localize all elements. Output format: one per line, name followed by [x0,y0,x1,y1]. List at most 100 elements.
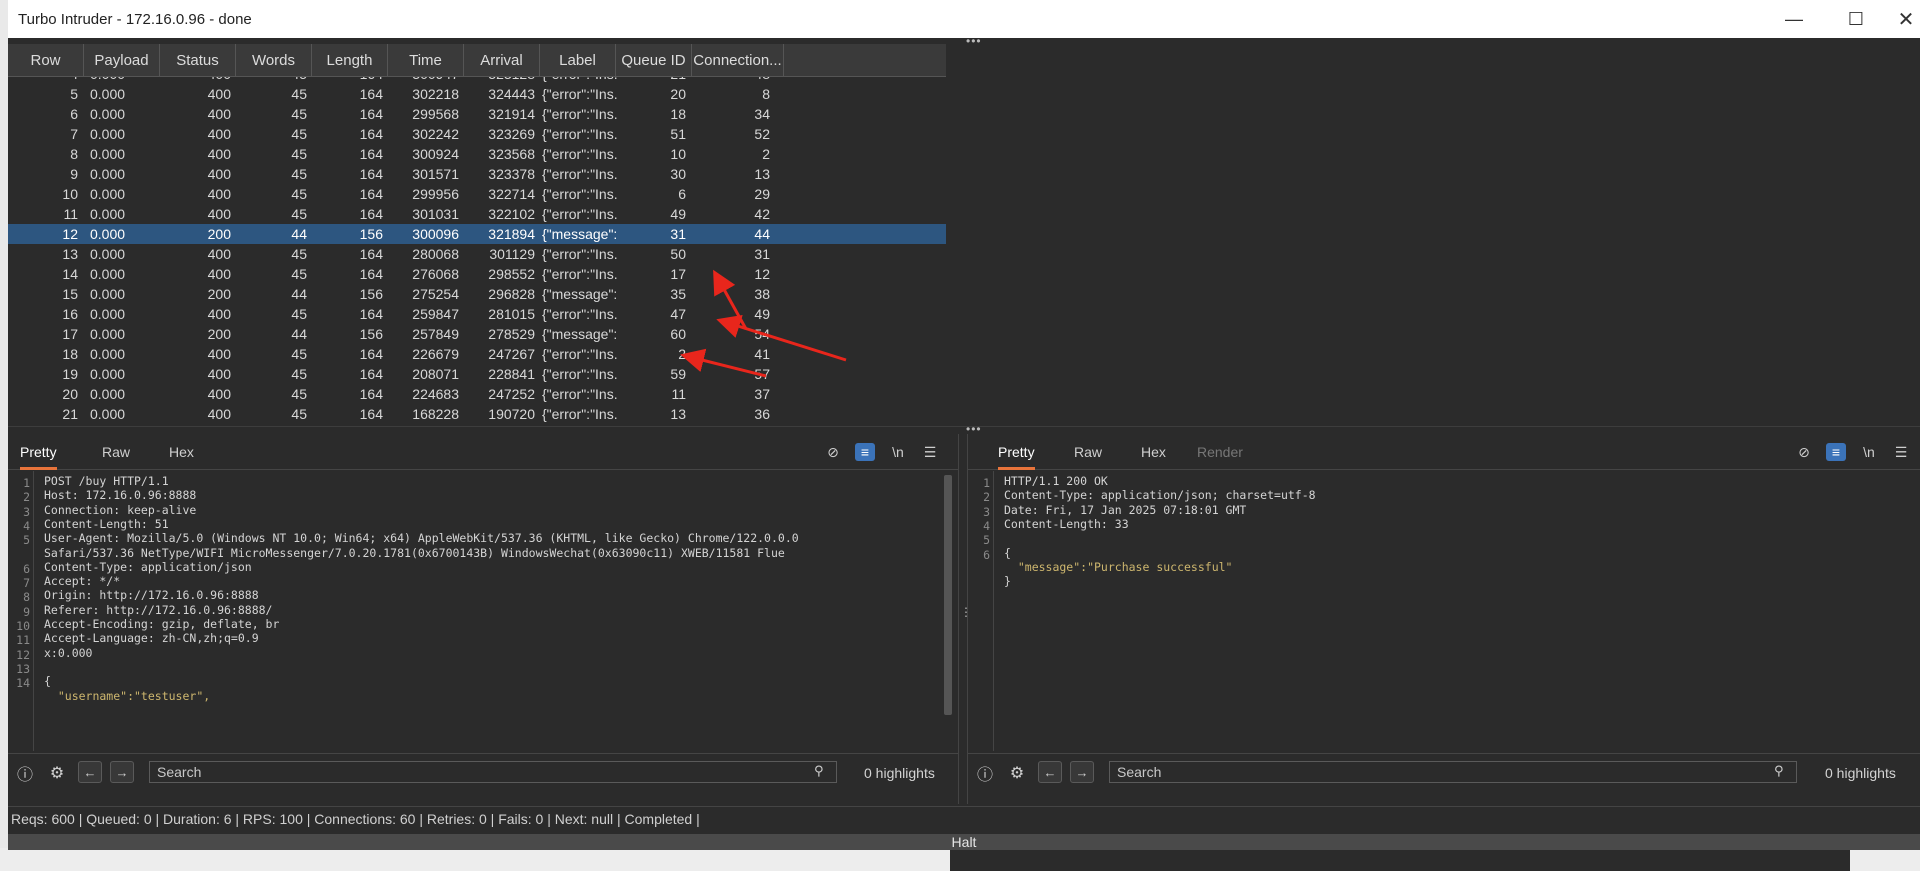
request-tab-hex[interactable]: Hex [169,444,194,467]
cell-label: {"error":"Ins... [542,386,618,402]
cell-connection: 29 [754,186,770,202]
cell-time: 302218 [412,86,459,102]
gear-icon[interactable]: ⚙ [1006,762,1028,784]
gear-icon[interactable]: ⚙ [46,762,68,784]
table-row[interactable]: 9 0.000 400 45 164 301571 323378 {"error":"Ins.… [8,164,946,184]
request-highlights-count: 0 highlights [864,765,935,781]
cell-label: {"error":"Ins... [542,306,618,322]
column-header-payload[interactable]: Payload [84,44,160,77]
halt-button[interactable]: Halt [8,834,1920,850]
column-header-queue-id[interactable]: Queue ID [616,44,692,77]
column-header-words[interactable]: Words [236,44,312,77]
cell-words: 45 [291,366,307,382]
table-header: Row Payload Status Words Length Time Arrival La… [8,44,946,77]
cell-row: 10 [62,186,78,202]
request-tab-raw[interactable]: Raw [102,444,130,467]
table-row[interactable]: 7 0.000 400 45 164 302242 323269 {"error":"Ins.… [8,124,946,144]
cell-connection: 42 [754,206,770,222]
column-header-label[interactable]: Label [540,44,616,77]
table-row[interactable]: 11 0.000 400 45 164 301031 322102 {"error":"Ins… [8,204,946,224]
cell-payload: 0.000 [90,126,126,142]
cell-row: 17 [62,326,78,342]
table-row[interactable]: 16 0.000 400 45 164 259847 281015 {"error":"Ins… [8,304,946,324]
cell-length: 164 [312,77,383,84]
table-row[interactable]: 19 0.000 400 45 164 208071 228841 {"error":"Ins… [8,364,946,384]
cell-row: 19 [62,366,78,382]
newline-icon[interactable]: \n [1859,443,1879,461]
middle-splitter[interactable]: ••• [8,423,1920,435]
next-match-button[interactable]: → [110,761,134,783]
cell-row: 11 [63,206,78,222]
cell-queue-id: 18 [670,106,686,122]
table-row[interactable]: 15 0.000 200 44 156 275254 296828 {"message":..… [8,284,946,304]
cell-arrival: 321914 [488,106,535,122]
cell-label: {"error":"Ins... [542,146,618,162]
cell-connection: 57 [754,366,770,382]
response-tab-raw[interactable]: Raw [1074,444,1102,467]
eye-off-icon[interactable]: ⊘ [1794,443,1814,461]
response-tab-hex[interactable]: Hex [1141,444,1166,467]
cell-connection: 37 [754,386,770,402]
cell-words: 45 [291,146,307,162]
code-line: Accept-Encoding: gzip, deflate, br [44,617,280,631]
minimize-button[interactable]: — [1772,4,1816,34]
cell-time: 300947 [388,77,459,84]
cell-words: 45 [291,86,307,102]
newline-icon[interactable]: \n [888,443,908,461]
help-icon[interactable]: ⓘ [974,762,996,784]
column-header-connection[interactable]: Connection... [692,44,784,77]
request-search-input[interactable] [149,761,837,783]
column-header-length[interactable]: Length [312,44,388,77]
request-scrollbar[interactable] [944,475,952,715]
next-match-button[interactable]: → [1070,761,1094,783]
table-row[interactable]: 13 0.000 400 45 164 280068 301129 {"error":"Ins… [8,244,946,264]
cell-length: 164 [359,166,383,182]
cell-length: 164 [359,106,383,122]
request-editor[interactable]: 1 POST /buy HTTP/1.1 2 Host: 172.16.0.96:88… [8,471,958,751]
menu-icon[interactable]: ☰ [1891,443,1911,461]
cell-time: 259847 [412,306,459,322]
code-line: x:0.000 [44,645,93,660]
cell-status: 400 [207,146,231,162]
column-header-status[interactable]: Status [160,44,236,77]
close-button[interactable]: ✕ [1884,4,1920,34]
cell-length: 164 [359,306,383,322]
table-row[interactable]: 6 0.000 400 45 164 299568 321914 {"error":"Ins.… [8,104,946,124]
table-row[interactable]: 18 0.000 400 45 164 226679 247267 {"error":"Ins… [8,344,946,364]
cell-label: {"error":"Ins... [542,406,618,422]
column-header-time[interactable]: Time [388,44,464,77]
table-row-partial[interactable]: 4 0.000400 45 164 300947 323128 {"error":"Ins.… [8,77,946,84]
request-tab-pretty[interactable]: Pretty [20,444,57,470]
cell-words: 45 [291,186,307,202]
response-search-input[interactable] [1109,761,1797,783]
prev-match-button[interactable]: ← [1038,761,1062,783]
column-header-row[interactable]: Row [8,44,84,77]
table-row[interactable]: 17 0.000 200 44 156 257849 278529 {"message":..… [8,324,946,344]
prev-match-button[interactable]: ← [78,761,102,783]
maximize-button[interactable]: ☐ [1834,4,1878,34]
vertical-splitter[interactable]: ⋮ [958,434,972,804]
table-row[interactable]: 12 0.000 200 44 156 300096 321894 {"message":..… [8,224,946,244]
table-row[interactable]: 20 0.000 400 45 164 224683 247252 {"error":"Ins… [8,384,946,404]
table-row[interactable]: 21 0.000 400 45 164 168228 190720 {"error":"Ins… [8,404,946,424]
wrap-icon[interactable]: ≡ [855,443,875,461]
cell-label: {"error":"Ins... [542,106,618,122]
wrap-icon[interactable]: ≡ [1826,443,1846,461]
cell-length: 164 [359,126,383,142]
help-icon[interactable]: ⓘ [14,762,36,784]
cell-time: 276068 [412,266,459,282]
response-tab-pretty[interactable]: Pretty [998,444,1035,470]
cell-length: 164 [359,86,383,102]
table-row[interactable]: 8 0.000 400 45 164 300924 323568 {"error":"Ins.… [8,144,946,164]
table-row[interactable]: 5 0.000 400 45 164 302218 324443 {"error":"Ins.… [8,84,946,104]
menu-icon[interactable]: ☰ [920,443,940,461]
eye-off-icon[interactable]: ⊘ [823,443,843,461]
cell-row: 7 [70,126,78,142]
table-row[interactable]: 10 0.000 400 45 164 299956 322714 {"error":"Ins… [8,184,946,204]
response-tab-render[interactable]: Render [1197,444,1243,467]
column-header-arrival[interactable]: Arrival [464,44,540,77]
cell-label: {"message":... [542,326,618,342]
cell-words: 45 [291,306,307,322]
response-editor[interactable]: 1 HTTP/1.1 200 OK 2 Content-Type: applicati… [968,471,1920,751]
table-row[interactable]: 14 0.000 400 45 164 276068 298552 {"error":"Ins… [8,264,946,284]
